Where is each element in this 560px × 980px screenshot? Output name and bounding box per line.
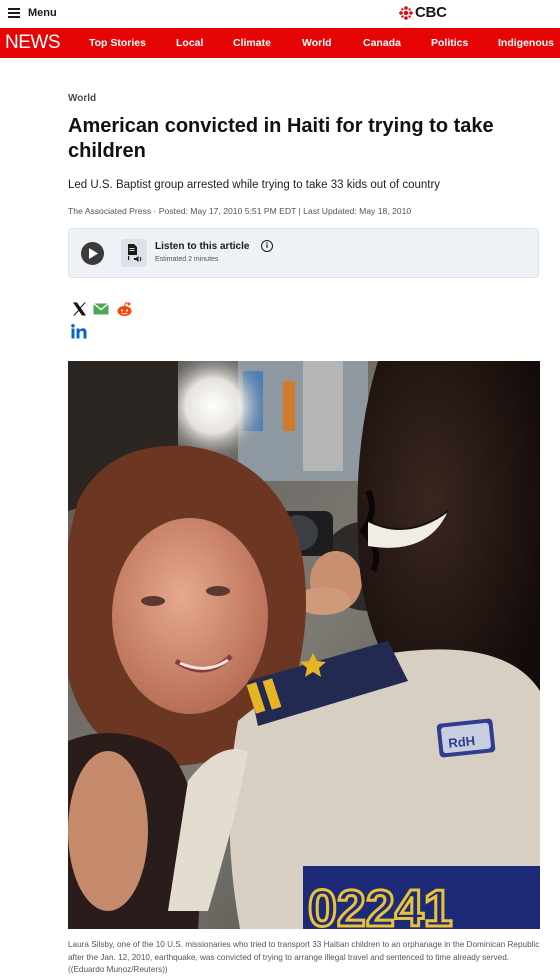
- photo-caption: Laura Silsby, one of the 10 U.S. mission…: [68, 940, 540, 974]
- cbc-gem-icon: [399, 5, 413, 20]
- menu-label: Menu: [28, 7, 57, 19]
- nav-item-world[interactable]: World: [302, 37, 332, 49]
- nav-item-local[interactable]: Local: [176, 37, 203, 49]
- nav-item-indigenous[interactable]: Indigenous: [498, 37, 554, 49]
- news-logo[interactable]: NEWS: [5, 32, 83, 54]
- linkedin-icon[interactable]: [71, 324, 87, 339]
- byline: The Associated Press · Posted: May 17, 2…: [68, 206, 412, 216]
- email-icon[interactable]: [93, 303, 109, 315]
- nav-item-top-stories[interactable]: Top Stories: [89, 37, 146, 49]
- top-bar: Menu CBC: [0, 0, 560, 26]
- uniform-number-text: 02241: [308, 880, 453, 929]
- uniform-badge-text: RdH: [448, 733, 476, 751]
- nav-item-politics[interactable]: Politics: [431, 37, 468, 49]
- listen-widget: Listen to this article i Estimated 2 min…: [68, 228, 539, 278]
- main-nav: NEWS Top Stories Local Climate World Can…: [0, 28, 560, 58]
- cbc-logo[interactable]: CBC: [399, 4, 447, 21]
- x-icon[interactable]: [72, 302, 87, 316]
- play-icon: [89, 248, 98, 259]
- reddit-icon[interactable]: [116, 301, 133, 317]
- section-label[interactable]: World: [68, 93, 96, 104]
- cbc-wordmark: CBC: [415, 4, 447, 21]
- photo-illustration: RdH 02241: [68, 361, 540, 929]
- hamburger-icon: [8, 8, 20, 18]
- info-icon[interactable]: i: [261, 240, 273, 252]
- text-to-speech-icon: [121, 239, 147, 267]
- article-photo[interactable]: RdH 02241: [68, 361, 540, 929]
- menu-button[interactable]: Menu: [8, 3, 57, 23]
- nav-item-climate[interactable]: Climate: [233, 37, 271, 49]
- listen-title: Listen to this article: [155, 241, 250, 252]
- headline: American convicted in Haiti for trying t…: [68, 115, 494, 162]
- nav-item-canada[interactable]: Canada: [363, 37, 401, 49]
- play-button[interactable]: [81, 242, 104, 265]
- listen-estimate: Estimated 2 minutes: [155, 256, 219, 263]
- deck: Led U.S. Baptist group arrested while tr…: [68, 179, 441, 191]
